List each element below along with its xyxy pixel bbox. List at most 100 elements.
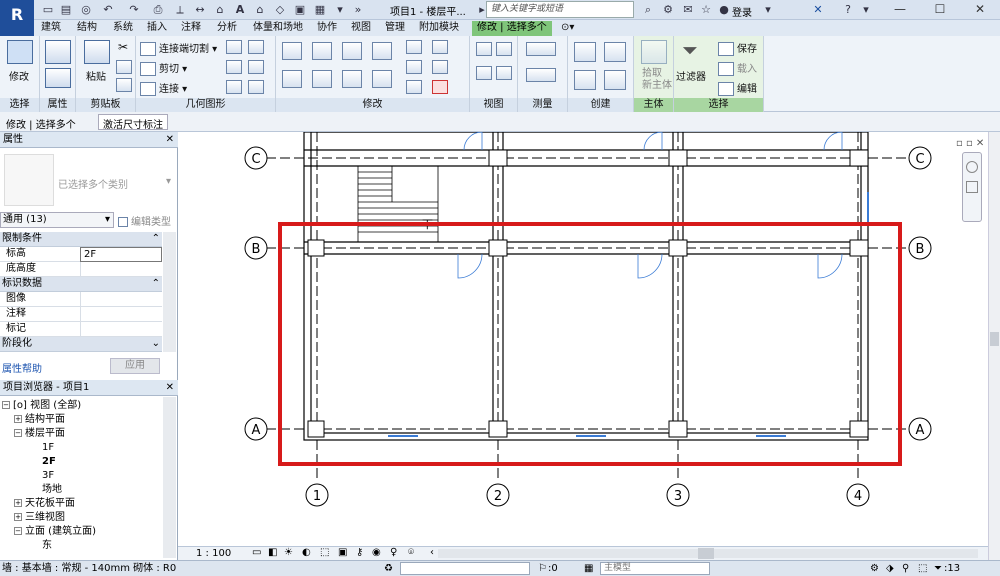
save-selection-button[interactable]: 保存 — [718, 40, 757, 56]
collapse-icon[interactable]: − — [14, 429, 22, 437]
sync-icon[interactable]: ◎ — [78, 2, 94, 18]
override-graphics-icon[interactable] — [496, 42, 512, 56]
close-icon[interactable]: ✕ — [166, 380, 174, 395]
collapse-icon[interactable]: ⌃ — [152, 232, 160, 246]
vertical-scrollbar[interactable] — [988, 132, 1000, 560]
select-underlay-icon[interactable]: ⬗ — [886, 561, 894, 576]
image-field[interactable] — [80, 292, 162, 307]
unpin-icon[interactable] — [432, 60, 448, 74]
visual-style-icon[interactable]: ◧ — [268, 547, 277, 558]
tree-node-3f[interactable]: 3F — [42, 469, 54, 483]
open-icon[interactable]: ▭ — [40, 2, 56, 18]
maximize-button[interactable]: ☐ — [920, 0, 960, 20]
text-icon[interactable]: A — [232, 2, 248, 18]
create-group-icon[interactable] — [574, 70, 596, 90]
tab-annotate[interactable]: 注释 — [176, 21, 206, 36]
undo-icon[interactable]: ↶ — [100, 2, 116, 18]
pick-new-host-button[interactable]: 拾取 新主体 — [642, 68, 672, 92]
cut-join-button[interactable]: 连接端切割 ▾ — [140, 40, 217, 56]
temp-hide-icon[interactable]: ◉ — [372, 547, 381, 558]
trim-extend-icon[interactable] — [372, 70, 392, 88]
create-parts-icon[interactable] — [604, 42, 626, 62]
tab-massing-site[interactable]: 体量和场地 — [248, 21, 308, 36]
expand-icon[interactable]: ⌄ — [152, 337, 160, 351]
edit-selection-button[interactable]: 编辑 — [718, 80, 757, 96]
collapse-icon[interactable]: ⌃ — [152, 277, 160, 291]
paint-icon[interactable] — [226, 60, 242, 74]
move-icon[interactable] — [282, 70, 302, 88]
drawing-canvas[interactable]: 下 C B A C B A 1 2 3 4 ▫ ▫ ✕ — [178, 132, 988, 546]
type-selector-chevron-icon[interactable]: ▾ — [166, 176, 171, 187]
redo-icon[interactable]: ↷ — [126, 2, 142, 18]
subscription-icon[interactable]: ⚙ — [660, 2, 676, 18]
search-icon[interactable]: ⌕ — [640, 2, 656, 18]
door[interactable] — [643, 132, 663, 151]
apply-button[interactable]: 应用 — [110, 358, 160, 374]
column[interactable] — [488, 420, 508, 438]
copy-icon[interactable] — [116, 60, 132, 74]
exchange-apps-icon[interactable]: ✕ — [810, 2, 826, 18]
lock-3d-icon[interactable]: ⚷ — [356, 547, 363, 558]
tab-addins[interactable]: 附加模块 — [414, 21, 464, 36]
design-options-icon[interactable]: ▦ — [584, 561, 593, 576]
type-selector[interactable]: 已选择多个类别 — [58, 176, 128, 191]
group-phasing[interactable]: 阶段化 ⌄ — [0, 337, 162, 352]
horizontal-scroll-thumb[interactable] — [698, 548, 714, 559]
tab-systems[interactable]: 系统 — [108, 21, 138, 36]
vertical-scroll-thumb[interactable] — [990, 332, 999, 346]
cursor-icon[interactable] — [7, 40, 33, 64]
ribbon-minimize-icon[interactable]: ⊙▾ — [556, 21, 579, 36]
column[interactable] — [849, 239, 869, 257]
mark-field[interactable] — [80, 322, 162, 337]
align-icon[interactable] — [282, 42, 302, 60]
help-icon[interactable]: ? — [840, 2, 856, 18]
collapse-icon[interactable]: − — [2, 401, 10, 409]
steering-wheel-icon[interactable] — [966, 161, 978, 173]
close-hidden-icon[interactable]: ▣ — [292, 2, 308, 18]
close-button[interactable]: ✕ — [960, 0, 1000, 20]
section-icon[interactable]: ◇ — [272, 2, 288, 18]
copy-element-icon[interactable] — [312, 70, 332, 88]
edit-type-button[interactable]: 编辑类型 — [118, 213, 171, 228]
tree-node-elevations[interactable]: − 立面 (建筑立面) — [14, 525, 96, 539]
demolish-icon[interactable] — [248, 60, 264, 74]
column[interactable] — [849, 149, 869, 167]
worksets-icon[interactable]: ♻ — [384, 561, 393, 576]
shadows-icon[interactable]: ◐ — [302, 547, 311, 558]
collapse-icon[interactable]: − — [14, 527, 22, 535]
detail-level-icon[interactable]: ▭ — [252, 547, 261, 558]
sun-path-icon[interactable]: ☀ — [284, 547, 293, 558]
select-links-icon[interactable]: ⚙ — [870, 561, 879, 576]
tag-icon[interactable]: ⌂ — [212, 2, 228, 18]
select-pinned-icon[interactable]: ⚲ — [902, 561, 909, 576]
analytical-model-icon[interactable]: ⌾ — [408, 547, 414, 558]
type-properties-icon[interactable] — [45, 68, 71, 88]
column[interactable] — [849, 420, 869, 438]
customize-icon[interactable]: ▾ — [332, 2, 348, 18]
scale-selector[interactable]: 1 : 100 — [196, 548, 231, 559]
minimize-button[interactable]: — — [880, 0, 920, 20]
expand-icon[interactable]: » — [350, 2, 366, 18]
paste-button[interactable]: 粘贴 — [86, 68, 106, 83]
tree-node-views[interactable]: − [o] 视图 (全部) — [2, 399, 81, 413]
tab-structure[interactable]: 结构 — [72, 21, 102, 36]
expand-icon[interactable]: + — [14, 415, 22, 423]
scroll-left-icon[interactable]: ‹ — [430, 547, 434, 558]
communication-icon[interactable]: ✉ — [680, 2, 696, 18]
create-similar-icon[interactable] — [604, 70, 626, 90]
activate-dimensions-button[interactable]: 激活尺寸标注 — [98, 114, 168, 131]
tree-node-3d-views[interactable]: + 三维视图 — [14, 511, 65, 525]
mirror-draw-icon[interactable] — [372, 42, 392, 60]
group-identity[interactable]: 标识数据 ⌃ — [0, 277, 162, 292]
user-icon[interactable]: ● — [716, 2, 732, 18]
create-assembly-icon[interactable] — [574, 42, 596, 62]
tab-modify-select-multiple[interactable]: 修改 | 选择多个 — [472, 21, 552, 36]
group-constraints[interactable]: 限制条件 ⌃ — [0, 232, 162, 247]
navigation-bar[interactable] — [962, 152, 982, 222]
app-menu-button[interactable]: R — [0, 0, 34, 36]
close-icon[interactable]: ✕ — [166, 132, 174, 147]
door[interactable] — [637, 253, 663, 279]
measure-icon[interactable]: ⟂ — [172, 2, 188, 18]
tab-insert[interactable]: 插入 — [142, 21, 172, 36]
split-element-icon[interactable] — [406, 40, 422, 54]
